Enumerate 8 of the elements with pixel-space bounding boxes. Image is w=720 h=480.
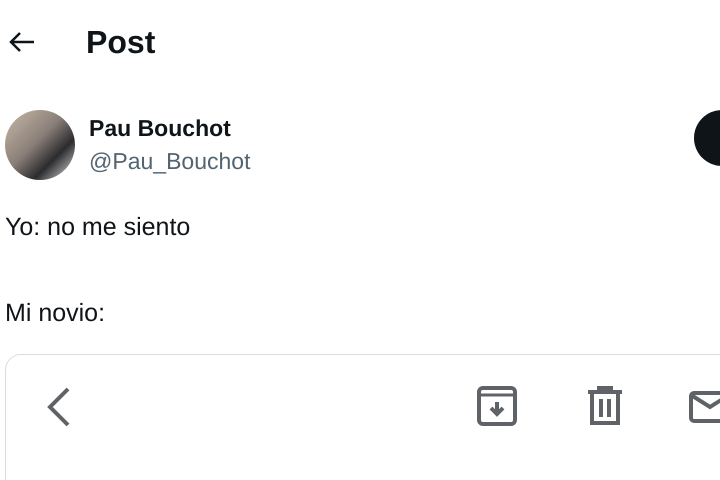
archive-icon[interactable] — [476, 385, 518, 427]
back-arrow-icon[interactable] — [8, 31, 36, 53]
page-title: Post — [86, 24, 156, 60]
author-handle[interactable]: @Pau_Bouchot — [89, 148, 250, 175]
post-text: Yo: no me siento — [4, 212, 192, 242]
author-name[interactable]: Pau Bouchot — [89, 115, 250, 142]
post-text: Mi novio: — [4, 298, 106, 328]
trash-icon[interactable] — [586, 385, 624, 427]
